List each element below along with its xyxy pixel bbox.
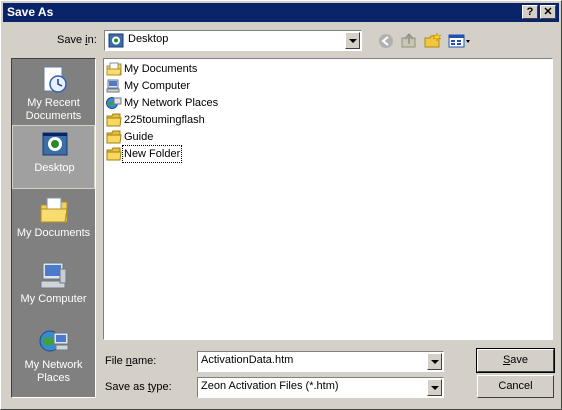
place-desktop[interactable]: Desktop [12, 125, 95, 189]
window-title: Save As [7, 5, 54, 19]
new-folder-icon[interactable] [423, 31, 443, 51]
save-as-type-label-post: ype: [150, 381, 172, 393]
file-name-dropdown-button[interactable] [427, 353, 442, 370]
close-button[interactable]: ✕ [540, 5, 556, 19]
title-bar: Save As ? ✕ [3, 3, 559, 22]
save-button[interactable]: Save [476, 348, 555, 373]
file-name-label: File name: [105, 355, 156, 367]
file-name-label-post: ame: [131, 355, 157, 367]
cancel-button[interactable]: Cancel [477, 375, 554, 398]
folder-icon [106, 130, 122, 144]
place-label: My Computer [20, 293, 87, 305]
place-label-line2: Places [36, 372, 71, 384]
up-folder-icon[interactable] [399, 31, 419, 51]
network-places-icon [106, 96, 122, 110]
network-places-icon [38, 327, 70, 357]
views-menu-icon[interactable] [447, 31, 473, 51]
file-name-field[interactable]: ActivationData.htm [201, 354, 293, 366]
place-label: Desktop [34, 162, 75, 174]
list-item-label: My Documents [124, 63, 198, 75]
save-as-type-dropdown-button[interactable] [427, 379, 442, 396]
save-in-combo[interactable]: Desktop [104, 30, 362, 51]
save-in-label-post: n: [87, 34, 97, 46]
save-as-type-label: Save as type: [105, 381, 172, 393]
list-item-label: My Computer [124, 80, 191, 92]
file-list[interactable]: My Documents My Computer My Network Plac… [103, 58, 553, 340]
desktop-icon [108, 33, 124, 48]
place-my-recent-documents[interactable]: My Recent Documents [12, 61, 95, 125]
save-button-label: ave [510, 354, 529, 366]
file-name-label-pre: File [105, 355, 126, 367]
folder-icon [106, 113, 122, 127]
place-label: My Network [24, 359, 83, 371]
my-documents-icon [38, 195, 70, 225]
save-in-value: Desktop [128, 33, 169, 45]
place-label-line2: Documents [25, 110, 82, 122]
list-item-label: 225toumingflash [124, 114, 205, 126]
recent-documents-icon [38, 65, 70, 95]
save-in-label: Save in: [57, 34, 97, 46]
place-my-documents[interactable]: My Documents [12, 191, 95, 255]
help-button[interactable]: ? [522, 5, 538, 19]
place-label: My Recent [27, 97, 80, 109]
list-item-label: Guide [124, 131, 154, 143]
place-my-network-places[interactable]: My Network Places [12, 323, 95, 387]
my-documents-icon [106, 62, 122, 76]
save-in-label-pre: Save [57, 34, 86, 46]
back-icon[interactable] [376, 31, 396, 51]
file-name-combo[interactable]: ActivationData.htm [197, 351, 444, 372]
my-computer-icon [38, 261, 70, 291]
place-my-computer[interactable]: My Computer [12, 257, 95, 321]
list-item-label: New Folder [121, 145, 183, 163]
place-label: My Documents [16, 227, 91, 239]
save-as-type-value: Zeon Activation Files (*.htm) [201, 380, 339, 392]
desktop-icon [39, 130, 71, 160]
places-bar: My Recent Documents Desktop My Documents … [11, 58, 96, 398]
list-item-label: My Network Places [124, 97, 219, 109]
my-computer-icon [106, 79, 122, 93]
save-as-type-combo[interactable]: Zeon Activation Files (*.htm) [197, 377, 444, 398]
folder-icon [106, 147, 122, 161]
save-in-dropdown-button[interactable] [345, 32, 360, 49]
save-as-type-label-pre: Save as [105, 381, 148, 393]
